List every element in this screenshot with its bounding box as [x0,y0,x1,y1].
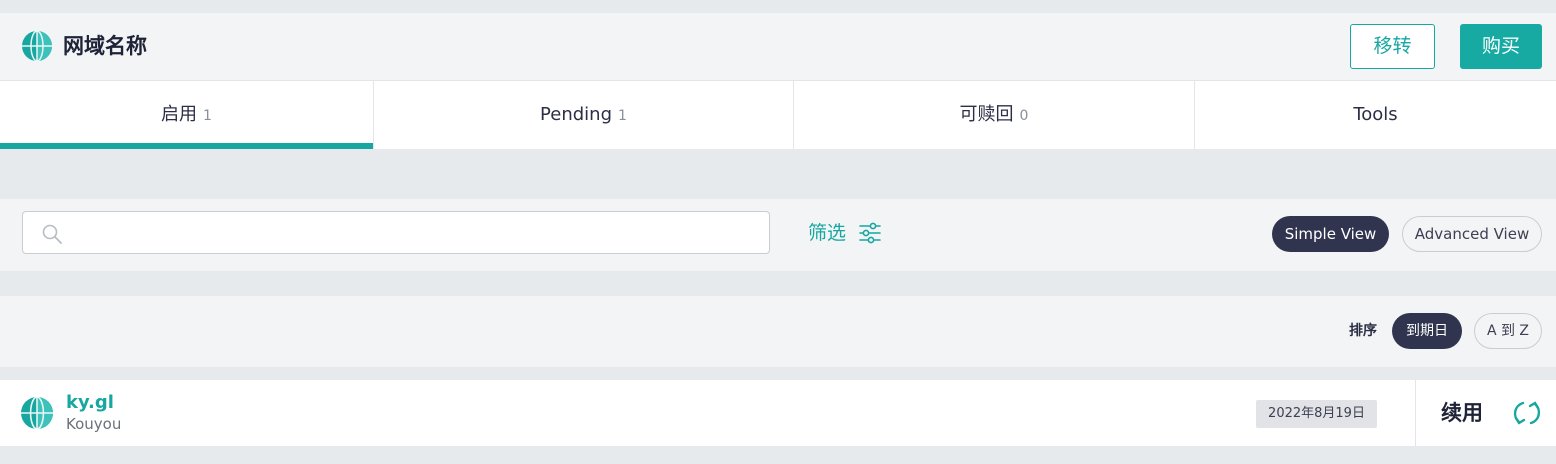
search-box[interactable] [22,211,770,255]
globe-icon [21,397,53,429]
expiry-date-badge: 2022年8月19日 [1256,400,1377,428]
renew-label: 续用 [1441,401,1483,425]
sort-toolbar: 排序 到期日 A 到 Z [0,296,1556,367]
tab-pending[interactable]: Pending 1 [374,81,794,149]
tab-label: Tools [1353,104,1398,125]
filter-label: 筛选 [808,222,847,244]
advanced-view-toggle[interactable]: Advanced View [1402,216,1542,252]
sort-label: 排序 [1349,323,1377,339]
sliders-icon [859,222,881,244]
tab-tools[interactable]: Tools [1195,81,1556,149]
search-icon [42,224,62,244]
page-title: 网域名称 [63,34,147,58]
page-header: 网域名称 移转 购买 [0,13,1556,80]
tab-label: 启用 [161,104,198,125]
search-toolbar: 筛选 Simple View Advanced View [0,199,1556,271]
domain-owner: Kouyou [66,415,122,433]
search-input[interactable] [75,212,719,255]
sort-by-expiry-button[interactable]: 到期日 [1392,313,1462,349]
tab-count: 0 [1019,108,1029,124]
tab-count: 1 [618,108,627,124]
refresh-icon [1513,401,1541,425]
buy-button[interactable]: 购买 [1460,24,1542,69]
tab-redeemable[interactable]: 可赎回 0 [794,81,1195,149]
sort-alphabetical-button[interactable]: A 到 Z [1474,313,1542,349]
globe-icon [22,31,52,61]
simple-view-toggle[interactable]: Simple View [1272,216,1389,252]
filter-button[interactable]: 筛选 [808,220,881,246]
tab-bar: 启用 1 Pending 1 可赎回 0 Tools [0,80,1556,149]
tab-label: Pending [540,104,613,125]
domain-name-link[interactable]: ky.gl [66,392,114,414]
domain-row: ky.gl Kouyou 2022年8月19日 续用 [0,380,1556,446]
renew-button[interactable]: 续用 [1415,380,1556,446]
tab-count: 1 [203,108,212,124]
transfer-button[interactable]: 移转 [1350,24,1435,69]
tab-label: 可赎回 [959,104,1014,125]
tab-active[interactable]: 启用 1 [0,81,374,149]
